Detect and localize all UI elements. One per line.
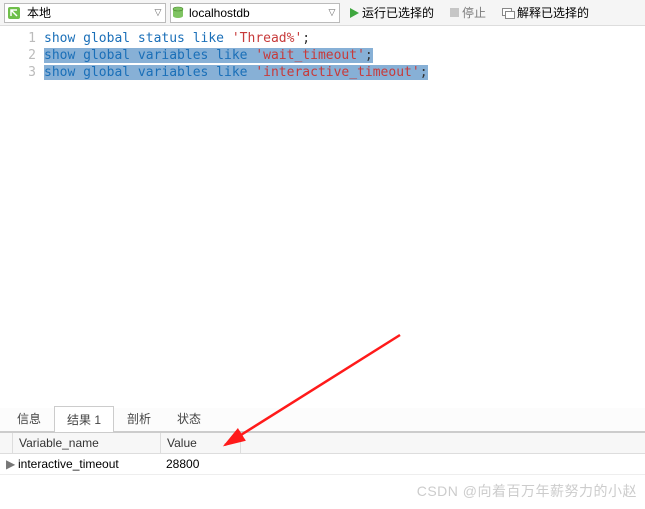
tab-result-1[interactable]: 结果 1	[54, 406, 114, 432]
row-marker-header	[0, 433, 13, 453]
row-marker-icon: ▶	[0, 454, 12, 474]
column-header-value[interactable]: Value	[161, 433, 241, 453]
column-header-name[interactable]: Variable_name	[13, 433, 161, 453]
chevron-down-icon: ▽	[151, 7, 165, 18]
toolbar: 本地 ▽ localhostdb ▽ 运行已选择的 停止 解释已选择的	[0, 0, 645, 26]
chevron-down-icon: ▽	[325, 7, 339, 18]
result-grid: Variable_name Value ▶ interactive_timeou…	[0, 432, 645, 475]
code-area[interactable]: show global status like 'Thread%'; show …	[44, 26, 645, 408]
database-label: localhostdb	[185, 6, 325, 20]
tab-profile[interactable]: 剖析	[114, 405, 164, 431]
database-combo[interactable]: localhostdb ▽	[170, 3, 340, 23]
line-number: 3	[0, 64, 36, 81]
code-line: show global variables like 'interactive_…	[44, 64, 645, 81]
line-number: 2	[0, 47, 36, 64]
code-line: show global status like 'Thread%';	[44, 30, 645, 47]
connection-combo[interactable]: 本地 ▽	[4, 3, 166, 23]
table-row[interactable]: ▶ interactive_timeout 28800	[0, 454, 645, 475]
connection-label: 本地	[23, 4, 151, 21]
explain-icon	[502, 8, 514, 18]
tab-status[interactable]: 状态	[164, 405, 214, 431]
cell-value: 28800	[160, 454, 240, 474]
stop-label: 停止	[462, 4, 486, 21]
stop-icon	[450, 8, 459, 17]
database-icon	[171, 6, 185, 20]
run-selected-button[interactable]: 运行已选择的	[344, 3, 440, 23]
play-icon	[350, 8, 359, 18]
code-line: show global variables like 'wait_timeout…	[44, 47, 645, 64]
connection-icon	[5, 4, 23, 22]
stop-button[interactable]: 停止	[444, 3, 492, 23]
result-tabs: 信息 结果 1 剖析 状态	[0, 408, 645, 432]
tab-info[interactable]: 信息	[4, 405, 54, 431]
line-number: 1	[0, 30, 36, 47]
line-gutter: 1 2 3	[0, 26, 44, 408]
sql-editor[interactable]: 1 2 3 show global status like 'Thread%';…	[0, 26, 645, 408]
grid-header: Variable_name Value	[0, 433, 645, 454]
cell-variable-name: interactive_timeout	[12, 454, 160, 474]
run-label: 运行已选择的	[362, 4, 434, 21]
explain-selected-button[interactable]: 解释已选择的	[496, 3, 595, 23]
explain-label: 解释已选择的	[517, 4, 589, 21]
watermark: CSDN @向着百万年薪努力的小赵	[417, 481, 637, 501]
